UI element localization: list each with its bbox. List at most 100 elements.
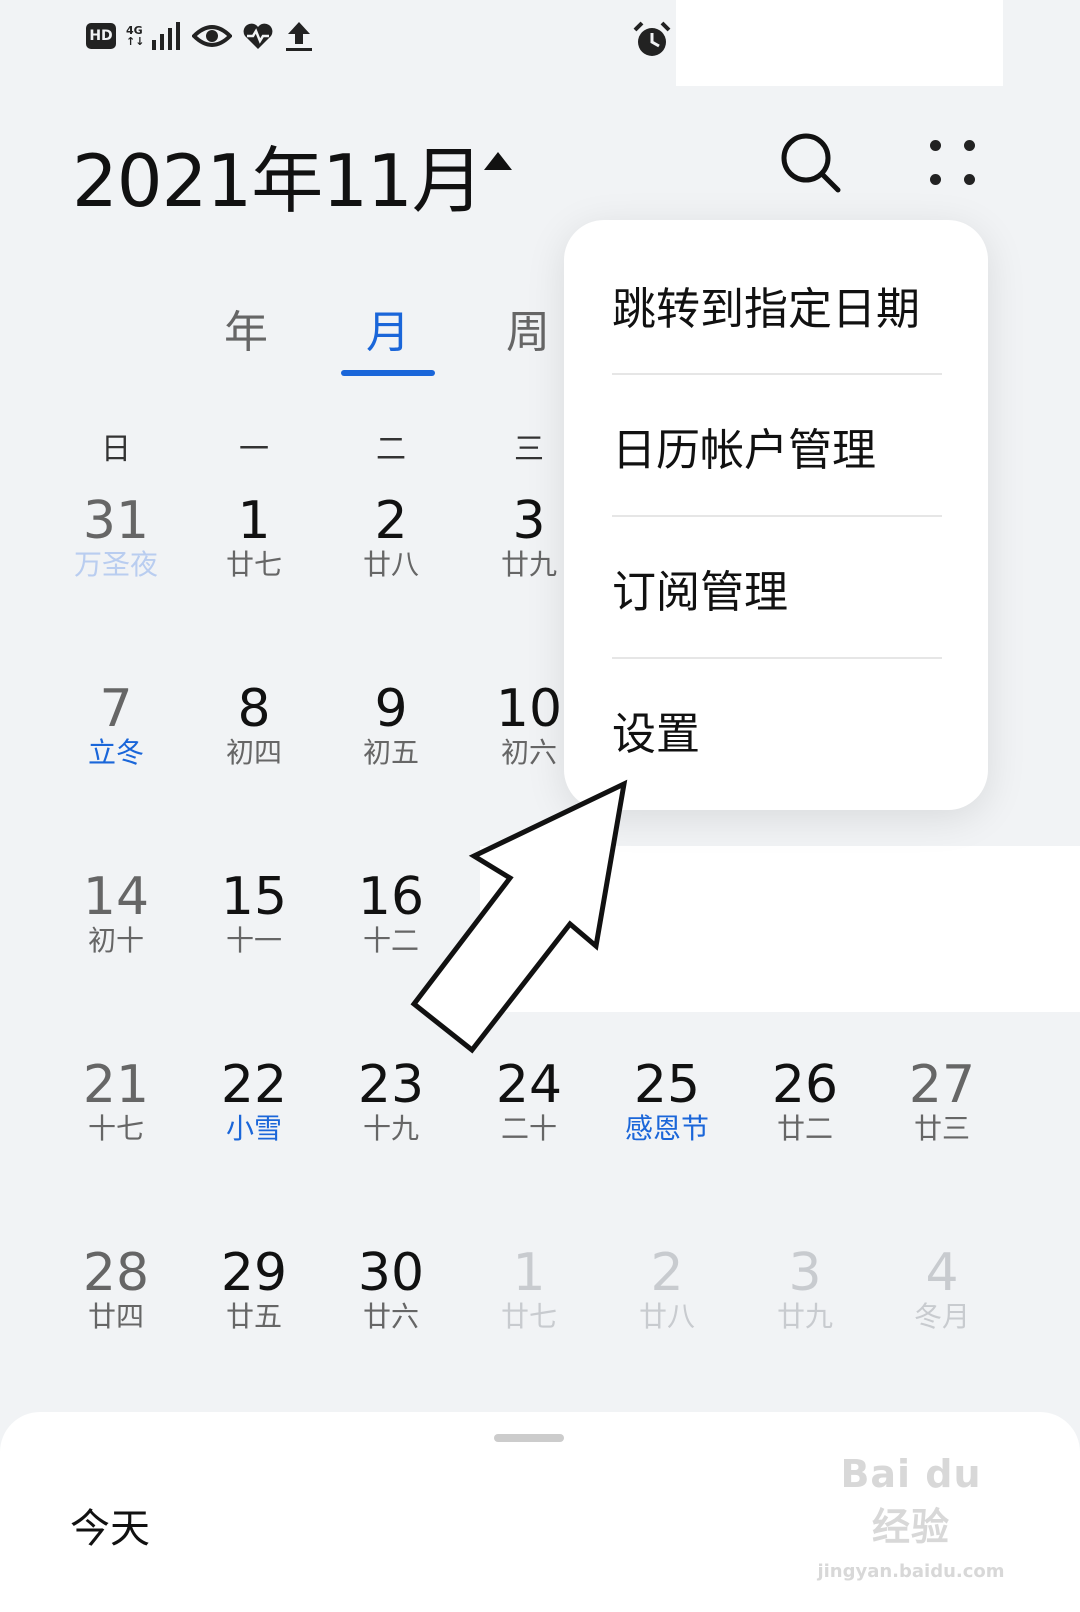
day-lunar-label: 廿六 bbox=[362, 1300, 419, 1333]
calendar-day-cell[interactable]: 25 感恩节 bbox=[598, 1058, 736, 1158]
calendar-day-cell[interactable]: 4 冬月 bbox=[873, 1246, 1011, 1346]
day-number: 22 bbox=[220, 1055, 288, 1115]
calendar-day-cell[interactable]: 8 初四 bbox=[185, 682, 323, 782]
day-number: 2 bbox=[374, 491, 408, 551]
menu-item-settings[interactable]: 设置 bbox=[612, 659, 942, 801]
day-festival-label: 万圣夜 bbox=[73, 548, 158, 581]
calendar-day-cell[interactable]: 21 十七 bbox=[47, 1058, 185, 1158]
search-button[interactable] bbox=[776, 128, 846, 198]
watermark-text: Bai du 经验 bbox=[840, 1452, 982, 1549]
upload-icon bbox=[286, 22, 312, 51]
day-lunar-label: 十九 bbox=[362, 1112, 419, 1145]
day-number: 30 bbox=[357, 1243, 425, 1303]
day-number: 9 bbox=[374, 679, 408, 739]
day-lunar-label: 廿八 bbox=[638, 1300, 695, 1333]
calendar-day-cell[interactable]: 23 十九 bbox=[322, 1058, 460, 1158]
day-lunar-label: 廿五 bbox=[225, 1300, 282, 1333]
calendar-day-cell[interactable]: 7 立冬 bbox=[47, 682, 185, 782]
annotation-arrow-icon bbox=[410, 779, 628, 1054]
health-icon bbox=[243, 23, 273, 49]
calendar-day-cell[interactable]: 3 廿九 bbox=[736, 1246, 874, 1346]
day-number: 25 bbox=[633, 1055, 701, 1115]
more-dot bbox=[964, 174, 975, 185]
active-tab-indicator bbox=[341, 370, 435, 376]
day-lunar-label: 廿七 bbox=[225, 548, 282, 581]
calendar-day-cell[interactable]: 26 廿二 bbox=[736, 1058, 874, 1158]
signal-icon bbox=[152, 22, 180, 50]
day-number: 29 bbox=[220, 1243, 288, 1303]
weekday-mon: 一 bbox=[239, 432, 269, 467]
day-lunar-label: 十七 bbox=[87, 1112, 144, 1145]
alarm-clock-icon bbox=[633, 21, 671, 56]
calendar-day-cell[interactable]: 2 廿八 bbox=[322, 494, 460, 594]
day-number: 4 bbox=[925, 1243, 959, 1303]
more-dot bbox=[964, 140, 975, 151]
day-lunar-label: 初四 bbox=[225, 736, 282, 769]
calendar-day-cell[interactable]: 30 廿六 bbox=[322, 1246, 460, 1346]
calendar-day-cell[interactable]: 29 廿五 bbox=[185, 1246, 323, 1346]
redaction-mask bbox=[676, 0, 1003, 86]
menu-item-go-to-date[interactable]: 跳转到指定日期 bbox=[612, 234, 942, 376]
eye-icon bbox=[192, 25, 232, 47]
day-number: 24 bbox=[495, 1055, 563, 1115]
search-icon bbox=[781, 133, 841, 193]
day-festival-label: 感恩节 bbox=[624, 1112, 709, 1145]
hd-badge: HD bbox=[86, 23, 116, 49]
day-lunar-label: 廿七 bbox=[500, 1300, 557, 1333]
day-lunar-label: 廿三 bbox=[913, 1112, 970, 1145]
calendar-day-cell[interactable]: 28 廿四 bbox=[47, 1246, 185, 1346]
day-number: 14 bbox=[82, 867, 150, 927]
day-number: 15 bbox=[220, 867, 288, 927]
day-number: 28 bbox=[82, 1243, 150, 1303]
day-number: 31 bbox=[82, 491, 150, 551]
status-bar: HD 4G ↑↓ bbox=[0, 0, 1080, 90]
day-number: 8 bbox=[237, 679, 271, 739]
more-options-button[interactable] bbox=[924, 136, 984, 190]
calendar-day-cell[interactable]: 14 初十 bbox=[47, 870, 185, 970]
day-festival-label: 立冬 bbox=[87, 736, 144, 769]
day-lunar-label: 廿四 bbox=[87, 1300, 144, 1333]
menu-item-subscriptions[interactable]: 订阅管理 bbox=[612, 517, 942, 659]
watermark-logo: Bai du 经验 jingyan.baidu.com bbox=[816, 1452, 1006, 1582]
tab-month[interactable]: 月 bbox=[328, 296, 448, 360]
more-dot bbox=[930, 174, 941, 185]
calendar-day-cell[interactable]: 22 小雪 bbox=[185, 1058, 323, 1158]
day-number: 2 bbox=[650, 1243, 684, 1303]
day-number: 3 bbox=[788, 1243, 822, 1303]
network-type-label: 4G ↑↓ bbox=[126, 25, 145, 48]
calendar-day-cell[interactable]: 1 廿七 bbox=[185, 494, 323, 594]
calendar-day-cell[interactable]: 31 万圣夜 bbox=[47, 494, 185, 594]
menu-item-calendar-accounts[interactable]: 日历帐户管理 bbox=[612, 375, 942, 517]
day-number: 7 bbox=[99, 679, 133, 739]
day-number: 23 bbox=[357, 1055, 425, 1115]
today-label: 今天 bbox=[70, 1506, 150, 1552]
day-lunar-label: 廿八 bbox=[362, 548, 419, 581]
day-lunar-label: 冬月 bbox=[913, 1300, 970, 1333]
calendar-day-cell[interactable]: 1 廿七 bbox=[460, 1246, 598, 1346]
day-lunar-label: 初十 bbox=[87, 924, 144, 957]
status-icons: HD 4G ↑↓ bbox=[86, 20, 314, 52]
calendar-day-cell[interactable]: 2 廿八 bbox=[598, 1246, 736, 1346]
day-number: 21 bbox=[82, 1055, 150, 1115]
tab-year[interactable]: 年 bbox=[186, 296, 306, 360]
calendar-day-cell[interactable]: 24 二十 bbox=[460, 1058, 598, 1158]
day-number: 1 bbox=[512, 1243, 546, 1303]
page-title[interactable]: 2021年11月 bbox=[72, 122, 484, 227]
day-lunar-label: 二十 bbox=[500, 1112, 557, 1145]
more-dots-icon bbox=[930, 140, 941, 151]
weekday-tue: 二 bbox=[376, 432, 406, 467]
overflow-menu: 跳转到指定日期 日历帐户管理 订阅管理 设置 bbox=[564, 220, 988, 810]
day-number: 27 bbox=[908, 1055, 976, 1115]
watermark-url: jingyan.baidu.com bbox=[817, 1561, 1005, 1582]
day-number: 26 bbox=[771, 1055, 839, 1115]
day-lunar-label: 十一 bbox=[225, 924, 282, 957]
calendar-day-cell[interactable]: 15 十一 bbox=[185, 870, 323, 970]
network-type-bottom: ↑↓ bbox=[126, 35, 145, 48]
calendar-day-cell[interactable]: 27 廿三 bbox=[873, 1058, 1011, 1158]
drag-handle[interactable] bbox=[494, 1434, 564, 1442]
weekday-sun: 日 bbox=[101, 432, 131, 467]
caret-up-icon[interactable] bbox=[480, 148, 516, 174]
day-number: 1 bbox=[237, 491, 271, 551]
day-festival-label: 小雪 bbox=[225, 1112, 282, 1145]
day-lunar-label: 廿二 bbox=[776, 1112, 833, 1145]
